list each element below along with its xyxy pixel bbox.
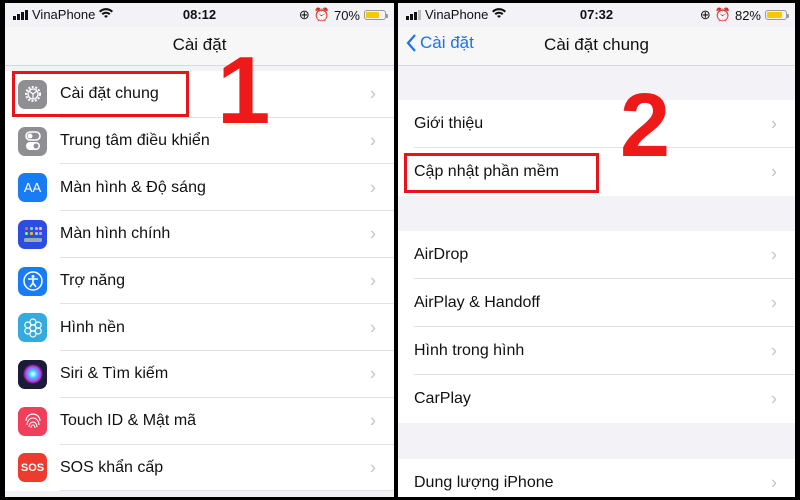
alarm-icon: ⏰	[714, 7, 731, 22]
step-number: 2	[620, 76, 671, 176]
chevron-right-icon: ›	[771, 161, 777, 182]
chevron-right-icon: ›	[370, 410, 376, 431]
highlight-box	[404, 153, 599, 193]
item-label: Dung lượng iPhone	[414, 474, 554, 491]
battery-icon	[765, 10, 789, 20]
alarm-icon: ⏰	[313, 7, 330, 22]
chevron-right-icon: ›	[771, 244, 777, 265]
settings-item-home-screen[interactable]: Màn hình chính ›	[5, 211, 394, 258]
item-label: Hình trong hình	[414, 342, 525, 359]
general-settings-screen: VinaPhone 07:32 ⊕ ⏰ 82% Cài đặt Cài đặt …	[398, 3, 795, 497]
highlight-box	[12, 71, 189, 117]
item-label: Hình nền	[60, 318, 125, 336]
nav-bar: Cài đặt	[5, 27, 394, 66]
settings-item-accessibility[interactable]: Trợ năng ›	[5, 258, 394, 305]
battery-percent: 70%	[333, 7, 360, 23]
toggles-icon	[18, 126, 47, 156]
chevron-right-icon: ›	[771, 472, 777, 493]
status-bar: VinaPhone 07:32 ⊕ ⏰ 82%	[398, 3, 795, 27]
chevron-right-icon: ›	[370, 270, 376, 291]
battery-percent: 82%	[734, 7, 761, 23]
home-grid-icon	[18, 219, 47, 249]
chevron-right-icon: ›	[370, 317, 376, 338]
settings-item-iphone-storage[interactable]: Dung lượng iPhone ›	[398, 459, 795, 497]
accessibility-icon	[18, 266, 47, 296]
orientation-lock-icon: ⊕	[298, 7, 310, 22]
chevron-right-icon: ›	[370, 223, 376, 244]
settings-item-about[interactable]: Giới thiệu ›	[398, 100, 795, 148]
chevron-right-icon: ›	[771, 340, 777, 361]
settings-screen: VinaPhone 08:12 ⊕ ⏰ 70% Cài đặt Cài đặt …	[5, 3, 394, 497]
settings-item-touch-id[interactable]: Touch ID & Mật mã ›	[5, 398, 394, 445]
settings-item-picture-in-picture[interactable]: Hình trong hình ›	[398, 327, 795, 375]
item-label: Siri & Tìm kiếm	[60, 365, 169, 383]
item-label: Trợ năng	[60, 272, 126, 290]
item-label: AirPlay & Handoff	[414, 294, 540, 311]
chevron-right-icon: ›	[771, 292, 777, 313]
chevron-right-icon: ›	[370, 363, 376, 384]
orientation-lock-icon: ⊕	[699, 7, 711, 22]
siri-icon	[18, 359, 47, 389]
text-size-icon: AA	[18, 173, 47, 203]
flower-icon	[18, 313, 47, 343]
settings-item-airdrop[interactable]: AirDrop ›	[398, 231, 795, 279]
chevron-right-icon: ›	[771, 113, 777, 134]
chevron-right-icon: ›	[370, 83, 376, 104]
page-title: Cài đặt	[172, 35, 227, 54]
item-label: Trung tâm điều khiển	[60, 132, 210, 150]
settings-item-wallpaper[interactable]: Hình nền ›	[5, 304, 394, 351]
chevron-right-icon: ›	[370, 457, 376, 478]
item-label: SOS khẩn cấp	[60, 458, 164, 476]
page-title: Cài đặt chung	[544, 35, 649, 54]
settings-item-airplay-handoff[interactable]: AirPlay & Handoff ›	[398, 279, 795, 327]
settings-list: Cài đặt chung › Trung tâm điều khiển › A…	[5, 71, 394, 492]
step-number: 1	[217, 37, 271, 144]
chevron-right-icon: ›	[370, 177, 376, 198]
settings-group-storage: Dung lượng iPhone ›	[398, 459, 795, 497]
nav-bar: Cài đặt Cài đặt chung	[398, 27, 795, 66]
item-label: Màn hình & Độ sáng	[60, 178, 206, 196]
item-label: AirDrop	[414, 246, 469, 263]
settings-item-carplay[interactable]: CarPlay ›	[398, 375, 795, 423]
chevron-right-icon: ›	[370, 130, 376, 151]
sos-icon: SOS	[18, 453, 47, 483]
item-label: Touch ID & Mật mã	[60, 412, 197, 430]
settings-item-emergency-sos[interactable]: SOS SOS khẩn cấp ›	[5, 445, 394, 492]
item-label: CarPlay	[414, 390, 471, 407]
fingerprint-icon	[18, 406, 47, 436]
item-label: Màn hình chính	[60, 225, 171, 243]
item-label: Giới thiệu	[414, 115, 484, 132]
settings-item-siri[interactable]: Siri & Tìm kiếm ›	[5, 351, 394, 398]
settings-item-control-center[interactable]: Trung tâm điều khiển ›	[5, 118, 394, 165]
settings-item-display[interactable]: AA Màn hình & Độ sáng ›	[5, 164, 394, 211]
battery-icon	[364, 10, 388, 20]
settings-group-connectivity: AirDrop › AirPlay & Handoff › Hình trong…	[398, 231, 795, 423]
status-bar: VinaPhone 08:12 ⊕ ⏰ 70%	[5, 3, 394, 27]
chevron-right-icon: ›	[771, 388, 777, 409]
